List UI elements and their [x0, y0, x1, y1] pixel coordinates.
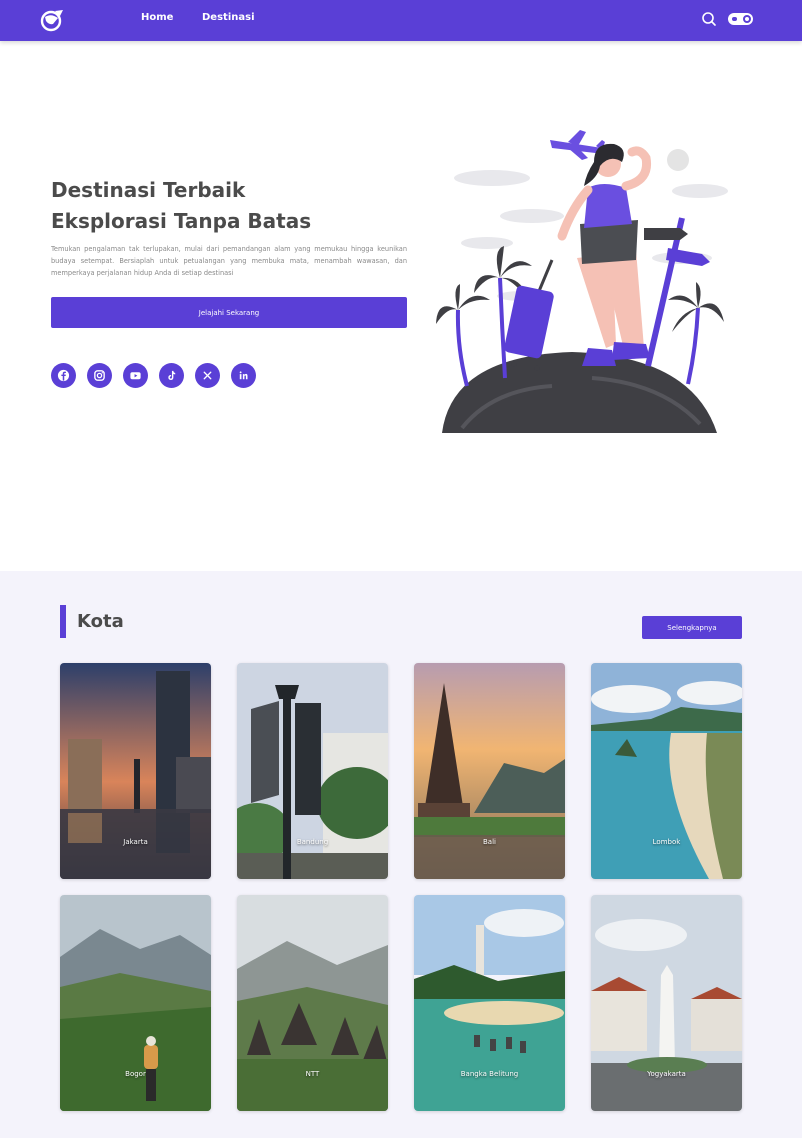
- hero-title: Destinasi Terbaik Eksplorasi Tanpa Batas: [51, 175, 391, 237]
- nav-destinasi-link[interactable]: Destinasi: [202, 12, 255, 23]
- city-card-lombok[interactable]: Lombok: [591, 663, 742, 879]
- traveler-illustration: [436, 130, 728, 433]
- bangka-belitung-image: [414, 895, 565, 1111]
- social-links: [51, 363, 256, 388]
- x-icon[interactable]: [195, 363, 220, 388]
- city-card-bali[interactable]: Bali: [414, 663, 565, 879]
- instagram-icon[interactable]: [87, 363, 112, 388]
- logo-icon[interactable]: [38, 6, 66, 34]
- city-label: Jakarta: [123, 838, 148, 846]
- city-card-ntt[interactable]: NTT: [237, 895, 388, 1111]
- bali-image: [414, 663, 565, 879]
- jakarta-image: [60, 663, 211, 879]
- hero-description: Temukan pengalaman tak terlupakan, mulai…: [51, 245, 407, 277]
- explore-now-button[interactable]: Jelajahi Sekarang: [51, 297, 407, 328]
- tiktok-icon[interactable]: [159, 363, 184, 388]
- theme-toggle[interactable]: [728, 13, 753, 25]
- see-more-button[interactable]: Selengkapnya: [642, 616, 742, 639]
- city-card-bangka-belitung[interactable]: Bangka Belitung: [414, 895, 565, 1111]
- city-label: NTT: [305, 1070, 320, 1078]
- city-card-jakarta[interactable]: Jakarta: [60, 663, 211, 879]
- bandung-image: [237, 663, 388, 879]
- ntt-image: [237, 895, 388, 1111]
- city-label: Yogyakarta: [647, 1070, 686, 1078]
- toggle-knob: [743, 15, 751, 23]
- city-section: Kota Selengkapnya Jakarta Bandung Bali L…: [0, 571, 802, 1138]
- youtube-icon[interactable]: [123, 363, 148, 388]
- nav-home-link[interactable]: Home: [141, 12, 173, 23]
- city-label: Bali: [483, 838, 496, 846]
- city-card-bandung[interactable]: Bandung: [237, 663, 388, 879]
- search-icon[interactable]: [700, 10, 718, 28]
- facebook-icon[interactable]: [51, 363, 76, 388]
- bogor-image: [60, 895, 211, 1111]
- yogyakarta-image: [591, 895, 742, 1111]
- navbar: Home Destinasi: [0, 0, 802, 41]
- section-accent-bar: [60, 605, 66, 638]
- lombok-image: [591, 663, 742, 879]
- toggle-dot: [732, 17, 737, 21]
- city-label: Lombok: [652, 838, 681, 846]
- section-title: Kota: [77, 611, 124, 632]
- city-label: Bogor: [125, 1070, 146, 1078]
- linkedin-icon[interactable]: [231, 363, 256, 388]
- hero-title-line1: Destinasi Terbaik: [51, 178, 246, 202]
- city-label: Bangka Belitung: [460, 1070, 519, 1078]
- city-label: Bandung: [296, 838, 329, 846]
- hero-title-line2: Eksplorasi Tanpa Batas: [51, 209, 312, 233]
- city-card-yogyakarta[interactable]: Yogyakarta: [591, 895, 742, 1111]
- city-card-bogor[interactable]: Bogor: [60, 895, 211, 1111]
